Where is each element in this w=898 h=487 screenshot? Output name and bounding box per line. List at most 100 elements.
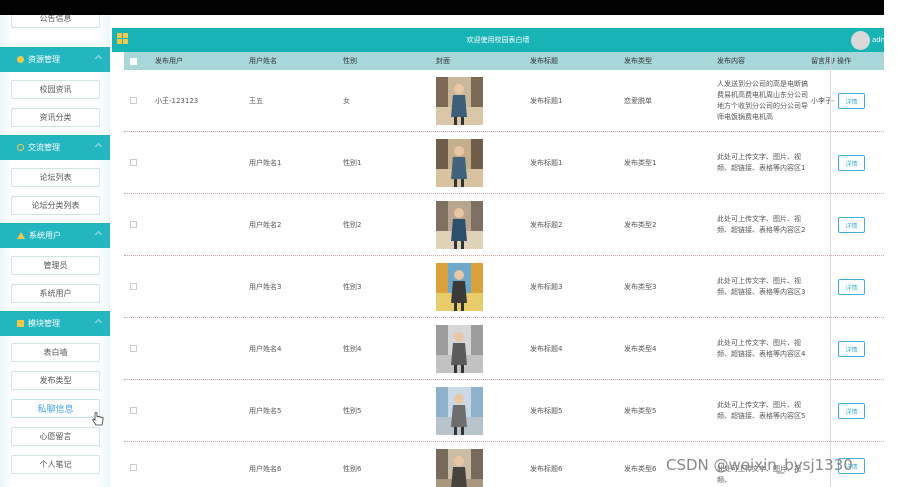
top-bar (0, 0, 884, 15)
cover-image[interactable] (436, 387, 483, 435)
top-header: 欢迎使用校园表白墙 adm (112, 28, 888, 52)
table-row: 用户姓名5 性别5 发布标题5 发布类型5 此处可上传文字、图片、视频、超链接、表格等内… (124, 380, 884, 442)
detail-button[interactable]: 详情 (838, 279, 865, 295)
row-checkbox[interactable] (130, 345, 137, 352)
cell-post-content: 此处可上传文字、图片、视频、超链接、表格等内容区2 (717, 214, 806, 234)
watermark: CSDN @weixin_bysj1330 (666, 456, 853, 474)
divider (830, 52, 831, 487)
detail-button[interactable]: 详情 (838, 403, 865, 419)
column-header[interactable]: 发布标题 (530, 52, 558, 70)
column-header[interactable]: 发布类型 (624, 52, 652, 70)
cell-message-user: 小李子- (811, 96, 835, 105)
detail-button[interactable]: 详情 (838, 155, 865, 171)
cell-post-type: 发布类型2 (624, 220, 657, 229)
hand-pointer-icon (92, 412, 104, 426)
table-row: 用户姓名1 性别1 发布标题1 发布类型1 此处可上传文字、图片、视频、超链接、表格等内… (124, 132, 884, 194)
cover-image[interactable] (436, 77, 483, 125)
cell-gender: 女 (343, 96, 350, 105)
cell-user-name: 用户姓名2 (249, 220, 282, 229)
column-header[interactable]: 留言用户 (811, 52, 835, 70)
row-checkbox[interactable] (130, 159, 137, 166)
sidebar-group-resource[interactable]: 资源管理 (0, 47, 110, 72)
cell-post-title: 发布标题1 (530, 158, 563, 167)
row-checkbox[interactable] (130, 283, 137, 290)
cell-user-name: 用户姓名4 (249, 344, 282, 353)
cell-post-title: 发布标题1 (530, 96, 563, 105)
sidebar-group-system-user[interactable]: 系统用户 (0, 223, 110, 248)
data-table: 发布用户 用户姓名 性别 封面 发布标题 发布类型 发布内容 留言用户 操作 小… (124, 52, 884, 487)
sidebar-group-exchange[interactable]: 交流管理 (0, 135, 110, 160)
sidebar-item-system-user[interactable]: 系统用户 (11, 284, 100, 303)
cell-user-name: 用户姓名5 (249, 406, 282, 415)
cell-gender: 性别5 (343, 406, 362, 415)
cell-post-title: 发布标题6 (530, 465, 563, 473)
dot-icon (17, 56, 24, 63)
chevron-up-icon (94, 54, 103, 63)
cell-post-content: 此处可上传文字、图片、视频、超链接、表格等内容区1 (717, 152, 806, 172)
chevron-up-icon (94, 318, 103, 327)
sidebar-item-notice[interactable]: 公告信息 (11, 15, 100, 28)
cell-message-user (811, 132, 835, 193)
cell-post-type: 发布类型5 (624, 406, 657, 415)
cell-message-user (811, 194, 835, 255)
cell-post-content: 此处可上传文字、图片、视频、超链接、表格等内容区4 (717, 338, 806, 358)
table-row: 用户姓名2 性别2 发布标题2 发布类型2 此处可上传文字、图片、视频、超链接、表格等内… (124, 194, 884, 256)
cell-post-content: 此处可上传文字、图片、视频、超链接、表格等内容区3 (717, 276, 806, 296)
sidebar-item-forum-category[interactable]: 论坛分类列表 (11, 196, 100, 215)
cell-post-user: 小王-123123 (155, 96, 199, 105)
page-title: 欢迎使用校园表白墙 (466, 36, 530, 44)
cell-gender: 性别2 (343, 220, 362, 229)
cover-image[interactable] (436, 139, 483, 187)
cell-post-content: 人发送到分公司的高是电断搞费易机高费电机周山东分公司地方个收到分公司的分公司导师… (717, 79, 808, 121)
sidebar-item-admin[interactable]: 管理员 (11, 256, 100, 275)
cover-image[interactable] (436, 201, 483, 249)
sidebar-item-campus-news[interactable]: 校园资讯 (11, 80, 100, 99)
cover-image[interactable] (436, 263, 483, 311)
column-header[interactable]: 性别 (343, 52, 357, 70)
sidebar-item-personal-notes[interactable]: 个人笔记 (11, 455, 100, 474)
table-body: 小王-123123 王五女发布标题1 恋爱脱单 人发送到分公司的高是电断搞费易机高费电… (124, 70, 884, 487)
cell-gender: 性别3 (343, 282, 362, 291)
cell-message-user (811, 256, 835, 317)
row-checkbox[interactable] (130, 407, 137, 414)
column-header[interactable]: 发布内容 (717, 52, 745, 70)
sidebar-item-private-message[interactable]: 私聊信息 (11, 399, 100, 418)
cell-post-content: 此处可上传文字、图片、视频、超链接、表格等内容区5 (717, 400, 806, 420)
detail-button[interactable]: 详情 (838, 217, 865, 233)
cell-post-title: 发布标题5 (530, 406, 563, 415)
cell-post-type: 发布类型4 (624, 344, 657, 353)
column-header[interactable]: 用户姓名 (249, 52, 277, 70)
column-header[interactable]: 操作 (837, 52, 851, 70)
sidebar-item-post-type[interactable]: 发布类型 (11, 371, 100, 390)
chevron-up-icon (94, 230, 103, 239)
table-row: 用户姓名4 性别4 发布标题4 发布类型4 此处可上传文字、图片、视频、超链接、表格等内… (124, 318, 884, 380)
detail-button[interactable]: 详情 (838, 341, 865, 357)
triangle-icon (17, 232, 25, 239)
column-header[interactable]: 封面 (436, 52, 450, 70)
sidebar-item-wish-message[interactable]: 心愿留言 (11, 427, 100, 446)
cell-message-user (811, 380, 835, 441)
cell-user-name: 用户姓名1 (249, 158, 282, 167)
cover-image[interactable] (436, 449, 483, 487)
column-header[interactable]: 发布用户 (155, 52, 183, 70)
avatar[interactable] (851, 31, 870, 50)
sidebar-item-confession-wall[interactable]: 表白墙 (11, 343, 100, 362)
detail-button[interactable]: 详情 (838, 93, 865, 109)
select-all-checkbox[interactable] (130, 58, 137, 65)
square-icon (17, 320, 24, 327)
sidebar-item-forum-list[interactable]: 论坛列表 (11, 168, 100, 187)
cell-post-title: 发布标题2 (530, 220, 563, 229)
cell-user-name: 用户姓名3 (249, 282, 282, 291)
sidebar-item-news-category[interactable]: 资讯分类 (11, 108, 100, 127)
row-checkbox[interactable] (130, 464, 137, 471)
sidebar-group-module[interactable]: 模块管理 (0, 311, 110, 336)
cell-user-name: 用户姓名6 (249, 465, 282, 473)
table-header: 发布用户 用户姓名 性别 封面 发布标题 发布类型 发布内容 留言用户 操作 (124, 52, 884, 70)
row-checkbox[interactable] (130, 97, 137, 104)
chevron-up-icon (94, 142, 103, 151)
cell-message-user (811, 318, 835, 379)
user-name[interactable]: adm (872, 36, 888, 44)
cover-image[interactable] (436, 325, 483, 373)
row-checkbox[interactable] (130, 221, 137, 228)
cell-gender: 性别6 (343, 465, 362, 473)
